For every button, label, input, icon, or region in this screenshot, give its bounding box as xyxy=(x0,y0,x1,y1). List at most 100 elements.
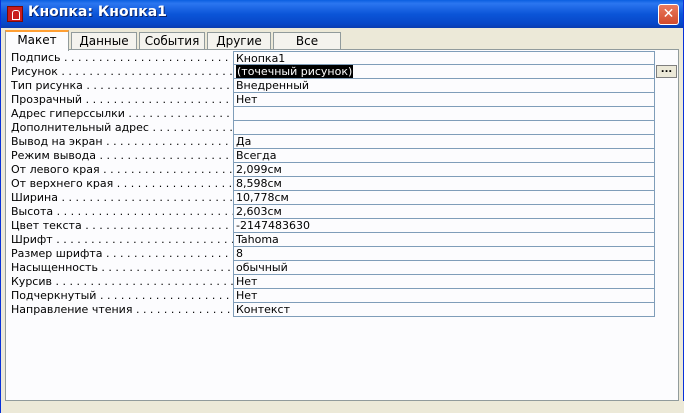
leader-dots: . . . . . . . . . . . . . . . . . . . . … xyxy=(116,177,233,190)
property-label: Размер шрифта . . . . . . . . . . . . . … xyxy=(11,247,233,261)
property-value-text: 2,603см xyxy=(236,205,282,218)
property-row-visible[interactable]: Вывод на экран . . . . . . . . . . . . .… xyxy=(8,135,656,149)
property-value-field[interactable]: Нет xyxy=(233,289,655,303)
property-row-font-size[interactable]: Размер шрифта . . . . . . . . . . . . . … xyxy=(8,247,656,261)
property-value-field[interactable]: 10,778см xyxy=(233,191,655,205)
property-value-field[interactable]: 2,603см xyxy=(233,205,655,219)
leader-dots: . . . . . . . . . . . . . . . . . . . . … xyxy=(85,219,233,232)
property-label: Высота . . . . . . . . . . . . . . . . .… xyxy=(11,205,233,219)
property-row-picture[interactable]: Рисунок . . . . . . . . . . . . . . . . … xyxy=(8,65,656,79)
property-row-hyperlink-subaddress[interactable]: Дополнительный адрес . . . . . . . . . .… xyxy=(8,121,656,135)
property-label: Подпись . . . . . . . . . . . . . . . . … xyxy=(11,51,233,65)
property-value-text: Всегда xyxy=(236,149,277,162)
property-row-caption[interactable]: Подпись . . . . . . . . . . . . . . . . … xyxy=(8,51,656,65)
property-value-field[interactable]: Внедренный xyxy=(233,79,655,93)
property-grid: Подпись . . . . . . . . . . . . . . . . … xyxy=(8,51,656,317)
property-label-text: Прозрачный xyxy=(11,93,83,106)
property-row-font-underline[interactable]: Подчеркнутый . . . . . . . . . . . . . .… xyxy=(8,289,656,303)
property-row-fore-color[interactable]: Цвет текста . . . . . . . . . . . . . . … xyxy=(8,219,656,233)
property-value-field[interactable]: Кнопка1 xyxy=(233,51,655,65)
property-value-field[interactable]: Нет xyxy=(233,93,655,107)
property-label-text: От верхнего края xyxy=(11,177,114,190)
property-row-font-weight[interactable]: Насыщенность . . . . . . . . . . . . . .… xyxy=(8,261,656,275)
property-label-text: От левого края xyxy=(11,163,100,176)
property-label-text: Адрес гиперссылки xyxy=(11,107,125,120)
property-value-text: Кнопка1 xyxy=(236,52,286,65)
tab-layout[interactable]: Макет xyxy=(5,30,69,51)
leader-dots: . . . . . . . . . . . . . . . . . . . . … xyxy=(63,51,233,64)
property-value-field[interactable]: 8 xyxy=(233,247,655,261)
property-label-text: Насыщенность xyxy=(11,261,98,274)
property-row-font-name[interactable]: Шрифт . . . . . . . . . . . . . . . . . … xyxy=(8,233,656,247)
property-value-text: 2,099см xyxy=(236,163,282,176)
tab-all[interactable]: Все xyxy=(273,32,341,50)
property-value-field[interactable]: Всегда xyxy=(233,149,655,163)
property-label: Вывод на экран . . . . . . . . . . . . .… xyxy=(11,135,233,149)
property-value-field[interactable]: Нет xyxy=(233,275,655,289)
leader-dots: . . . . . . . . . . . . . . . . . . . . … xyxy=(103,163,233,176)
leader-dots: . . . . . . . . . . . . . . . . . . . . … xyxy=(61,65,233,78)
property-value-field[interactable]: обычный xyxy=(233,261,655,275)
property-value-field[interactable]: (точечный рисунок) xyxy=(233,65,655,79)
property-label: Цвет текста . . . . . . . . . . . . . . … xyxy=(11,219,233,233)
property-row-top[interactable]: От верхнего края . . . . . . . . . . . .… xyxy=(8,177,656,191)
leader-dots: . . . . . . . . . . . . . . . . . . . . … xyxy=(99,149,233,162)
tab-other[interactable]: Другие xyxy=(207,32,271,50)
property-row-hyperlink-address[interactable]: Адрес гиперссылки . . . . . . . . . . . … xyxy=(8,107,656,121)
property-value-text: Нет xyxy=(236,289,258,302)
property-value-text: 8 xyxy=(236,247,243,260)
title-bar[interactable]: Кнопка: Кнопка1 ✕ xyxy=(1,0,683,28)
property-label-text: Курсив xyxy=(11,275,52,288)
leader-dots: . . . . . . . . . . . . . . . . . . . . … xyxy=(152,121,233,134)
property-label-text: Подчеркнутый xyxy=(11,289,97,302)
property-label: От верхнего края . . . . . . . . . . . .… xyxy=(11,177,233,191)
property-value-field[interactable]: 2,099см xyxy=(233,163,655,177)
property-value-text: (точечный рисунок) xyxy=(236,65,354,78)
property-label-text: Вывод на экран xyxy=(11,135,103,148)
property-row-height[interactable]: Высота . . . . . . . . . . . . . . . . .… xyxy=(8,205,656,219)
property-label: Направление чтения . . . . . . . . . . .… xyxy=(11,303,233,317)
property-row-font-italic[interactable]: Курсив . . . . . . . . . . . . . . . . .… xyxy=(8,275,656,289)
tab-events[interactable]: События xyxy=(139,32,205,50)
property-value-text: -2147483630 xyxy=(236,219,310,232)
property-value-field[interactable]: Да xyxy=(233,135,655,149)
property-value-field[interactable] xyxy=(233,107,655,121)
property-label: Тип рисунка . . . . . . . . . . . . . . … xyxy=(11,79,233,93)
window-title: Кнопка: Кнопка1 xyxy=(28,4,167,20)
property-label: Дополнительный адрес . . . . . . . . . .… xyxy=(11,121,233,135)
property-label: Рисунок . . . . . . . . . . . . . . . . … xyxy=(11,65,233,79)
close-button[interactable]: ✕ xyxy=(658,4,679,25)
property-label: Прозрачный . . . . . . . . . . . . . . .… xyxy=(11,93,233,107)
property-row-transparent[interactable]: Прозрачный . . . . . . . . . . . . . . .… xyxy=(8,93,656,107)
property-label: Подчеркнутый . . . . . . . . . . . . . .… xyxy=(11,289,233,303)
property-row-picture-type[interactable]: Тип рисунка . . . . . . . . . . . . . . … xyxy=(8,79,656,93)
property-row-reading-order[interactable]: Направление чтения . . . . . . . . . . .… xyxy=(8,303,656,317)
property-label-text: Рисунок xyxy=(11,65,58,78)
property-row-display-when[interactable]: Режим вывода . . . . . . . . . . . . . .… xyxy=(8,149,656,163)
property-value-text: 10,778см xyxy=(236,191,289,204)
tab-data[interactable]: Данные xyxy=(71,32,137,50)
build-button[interactable]: ... xyxy=(656,65,677,78)
property-label: Курсив . . . . . . . . . . . . . . . . .… xyxy=(11,275,233,289)
property-label-text: Тип рисунка xyxy=(11,79,83,92)
property-row-width[interactable]: Ширина . . . . . . . . . . . . . . . . .… xyxy=(8,191,656,205)
property-value-field[interactable] xyxy=(233,121,655,135)
property-row-left[interactable]: От левого края . . . . . . . . . . . . .… xyxy=(8,163,656,177)
access-app-icon xyxy=(7,6,23,22)
property-value-field[interactable]: -2147483630 xyxy=(233,219,655,233)
property-value-field[interactable]: Контекст xyxy=(233,303,655,317)
property-label-text: Размер шрифта xyxy=(11,247,103,260)
property-label: Режим вывода . . . . . . . . . . . . . .… xyxy=(11,149,233,163)
property-value-field[interactable]: 8,598см xyxy=(233,177,655,191)
property-label: Ширина . . . . . . . . . . . . . . . . .… xyxy=(11,191,233,205)
property-label-text: Шрифт xyxy=(11,233,53,246)
property-label: Насыщенность . . . . . . . . . . . . . .… xyxy=(11,261,233,275)
leader-dots: . . . . . . . . . . . . . . . . . . . . … xyxy=(56,205,233,218)
property-label-text: Режим вывода xyxy=(11,149,96,162)
leader-dots: . . . . . . . . . . . . . . . . . . . . … xyxy=(56,233,233,246)
property-value-field[interactable]: Tahoma xyxy=(233,233,655,247)
leader-dots: . . . . . . . . . . . . . . . . . . . . … xyxy=(85,93,233,106)
leader-dots: . . . . . . . . . . . . . . . . . . . . … xyxy=(106,247,233,260)
property-label-text: Цвет текста xyxy=(11,219,82,232)
property-value-text: Да xyxy=(236,135,252,148)
